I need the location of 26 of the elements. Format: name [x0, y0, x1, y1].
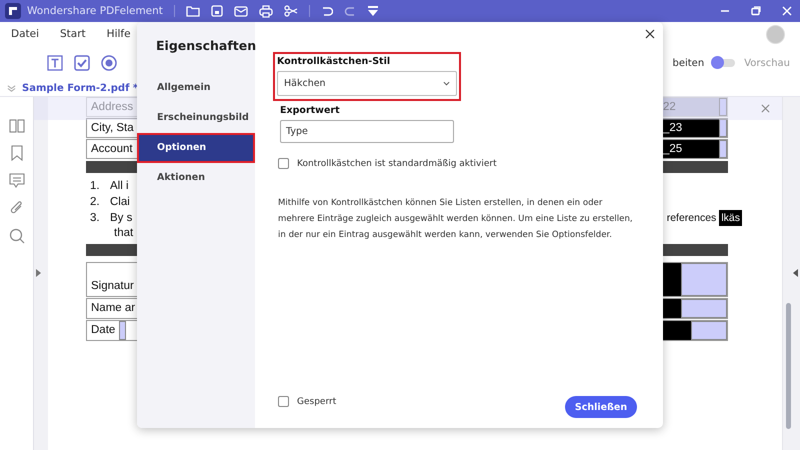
list-number: 3. — [89, 211, 101, 226]
menu-item[interactable]: Start — [60, 28, 86, 40]
checkbox-label: Kontrollkästchen ist standardmäßig aktiviert — [297, 158, 497, 168]
table-cell-text: Name ar — [90, 301, 136, 316]
list-text: that — [113, 226, 134, 240]
dialog-title: Eigenschaften — [155, 37, 255, 55]
checkbox-label: Gesperrt — [297, 396, 336, 406]
list-text: By s — [110, 211, 132, 226]
style-dropdown[interactable]: Häkchen — [277, 71, 457, 96]
list-number: 2. — [89, 195, 101, 210]
nav-item[interactable]: Allgemein — [137, 73, 255, 103]
menu-item[interactable]: Hilfe — [106, 28, 131, 40]
app-name: Wondershare PDFelement — [27, 5, 163, 17]
mode-label: Vorschau — [744, 58, 790, 68]
table-cell-text: Signatur — [90, 279, 134, 294]
help-text: Mithilfe von Kontrollkästchen können Sie Listen erstellen, in denen ein oder mehrere Einträge zugleich ausgewählt werden können. Um eine Liste zu erstellen, in der nur ein Eintrag ausgewählt werden kann, verwenden Sie Optionsfelder. — [278, 197, 634, 242]
list-text: Clai — [110, 195, 130, 210]
list-number: 1. — [89, 179, 101, 194]
field-label: Kontrollkästchen-Stil — [277, 56, 392, 67]
form-field[interactable]: lkäs — [719, 210, 742, 226]
nav-item[interactable]: Aktionen — [137, 163, 255, 193]
list-text: All i — [110, 179, 129, 194]
list-text: references — [666, 211, 716, 226]
close-button[interactable]: Schließen — [565, 396, 637, 418]
mode-label: beiten — [672, 58, 704, 68]
menu-item[interactable]: Datei — [11, 28, 40, 40]
